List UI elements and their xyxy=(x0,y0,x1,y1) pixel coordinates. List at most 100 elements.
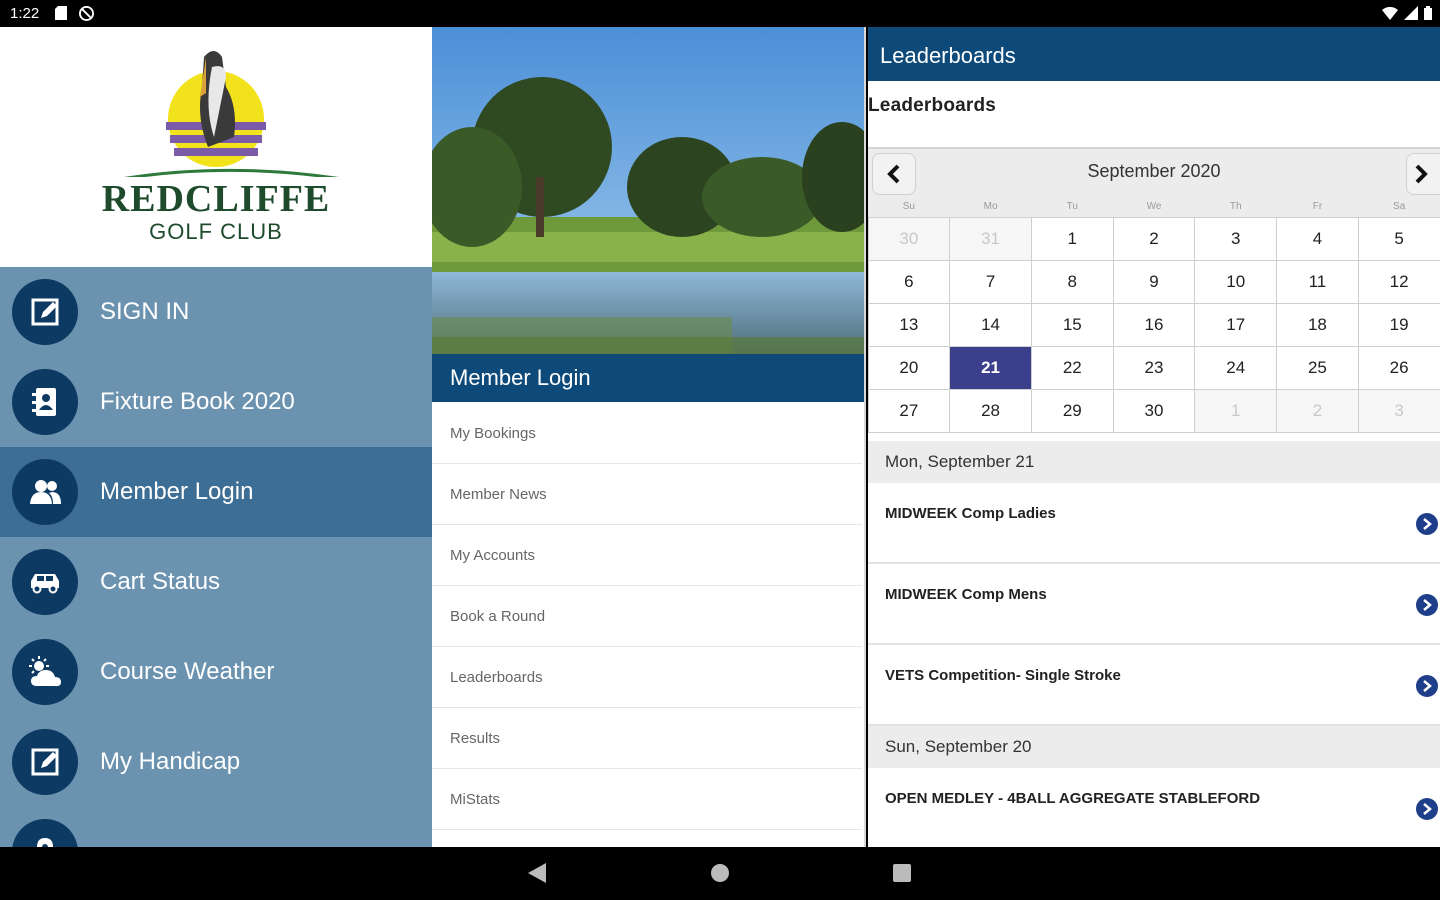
home-icon[interactable] xyxy=(711,864,729,887)
member-menu-leaderboards[interactable]: Leaderboards xyxy=(432,647,862,708)
calendar-day[interactable]: 1 xyxy=(1194,388,1278,433)
member-menu-book-a-round[interactable]: Book a Round xyxy=(432,586,862,647)
event-row[interactable]: MIDWEEK Comp Mens xyxy=(868,564,1440,645)
logo-subtitle: GOLF CLUB xyxy=(149,219,283,244)
menu-item-label: My Handicap xyxy=(100,748,241,775)
drawer-menu: SIGN IN Fixture Book 2020 Member Login C… xyxy=(0,267,432,847)
event-day-header: Mon, September 21 xyxy=(868,441,1440,483)
status-time: 1:22 xyxy=(10,5,40,22)
calendar-day[interactable]: 10 xyxy=(1194,259,1278,304)
menu-item-member-login[interactable]: Member Login xyxy=(0,447,432,537)
people-icon xyxy=(12,459,78,525)
leaderboards-panel: Leaderboards Leaderboards September 2020… xyxy=(868,27,1440,847)
back-icon[interactable] xyxy=(528,863,546,888)
club-logo: REDCLIFFE GOLF CLUB xyxy=(0,27,432,267)
recents-icon[interactable] xyxy=(893,864,911,882)
calendar-day[interactable]: 9 xyxy=(1112,259,1196,304)
contact-book-icon xyxy=(12,369,78,435)
weekday-label: Su xyxy=(902,201,915,212)
member-menu-my-bookings[interactable]: My Bookings xyxy=(432,403,862,464)
calendar-day[interactable]: 4 xyxy=(1276,216,1359,261)
weekday-label: Fr xyxy=(1312,201,1323,212)
calendar-day[interactable]: 15 xyxy=(1030,302,1114,347)
calendar-day[interactable]: 23 xyxy=(1112,345,1196,390)
event-day-header: Sun, September 20 xyxy=(868,726,1440,768)
weather-icon xyxy=(12,639,78,705)
app-screen: 1:22 REDCLIFFE GOLF CLUB SIGN IN Fixture… xyxy=(0,0,1440,900)
calendar-day[interactable]: 22 xyxy=(1030,345,1114,390)
chevron-right-icon xyxy=(1415,164,1428,184)
weekday-label: We xyxy=(1146,201,1162,212)
menu-item-partial[interactable] xyxy=(0,807,432,847)
calendar-day[interactable]: 8 xyxy=(1030,259,1114,304)
calendar-grid: 30 31 1 2 3 4 5 6 7 8 9 10 11 12 13 14 15 16 17 18 19 20 21 22 2… xyxy=(868,216,1440,433)
calendar-day-selected[interactable]: 21 xyxy=(949,345,1032,390)
event-list: Mon, September 21 MIDWEEK Comp Ladies MIDW… xyxy=(868,441,1440,847)
calendar-day[interactable]: 18 xyxy=(1276,302,1359,347)
calendar-day[interactable]: 28 xyxy=(949,388,1032,433)
chevron-right-circle-icon[interactable] xyxy=(1416,513,1438,535)
leaderboards-header: Leaderboards xyxy=(868,27,1440,81)
calendar-day[interactable]: 25 xyxy=(1276,345,1359,390)
menu-item-label: Cart Status xyxy=(100,568,221,595)
menu-item-course-weather[interactable]: Course Weather xyxy=(0,627,432,717)
event-row[interactable]: OPEN MEDLEY - 4BALL AGGREGATE STABLEFORD xyxy=(868,768,1440,847)
calendar-weekday-row: Su Mo Tu We Th Fr Sa xyxy=(868,197,1440,217)
next-month-button[interactable] xyxy=(1406,153,1440,195)
calendar: September 2020 Su Mo Tu We Th Fr Sa 30 31 1 2 3 4 5 6… xyxy=(868,147,1440,433)
pelican-logo-icon xyxy=(123,51,339,177)
calendar-day[interactable]: 16 xyxy=(1112,302,1196,347)
location-pin-icon xyxy=(12,819,78,847)
calendar-day[interactable]: 31 xyxy=(949,216,1032,261)
member-menu-results[interactable]: Results xyxy=(432,708,862,769)
calendar-day[interactable]: 26 xyxy=(1357,345,1440,390)
calendar-day[interactable]: 2 xyxy=(1276,388,1359,433)
menu-item-cart-status[interactable]: Cart Status xyxy=(0,537,432,627)
calendar-month-label: September 2020 xyxy=(1087,161,1221,181)
calendar-day[interactable]: 30 xyxy=(868,216,951,261)
calendar-day[interactable]: 2 xyxy=(1112,216,1196,261)
no-disturb-icon xyxy=(79,6,94,26)
member-menu-mistats[interactable]: MiStats xyxy=(432,769,862,830)
calendar-day[interactable]: 3 xyxy=(1194,216,1278,261)
system-nav-bar xyxy=(0,847,1440,900)
calendar-day[interactable]: 14 xyxy=(949,302,1032,347)
chevron-right-circle-icon[interactable] xyxy=(1416,594,1438,616)
calendar-day[interactable]: 19 xyxy=(1357,302,1440,347)
calendar-day[interactable]: 29 xyxy=(1030,388,1114,433)
cell-signal-icon xyxy=(1404,6,1418,25)
golf-course-photo xyxy=(432,27,864,354)
calendar-day[interactable]: 12 xyxy=(1357,259,1440,304)
menu-item-sign-in[interactable]: SIGN IN xyxy=(0,267,432,357)
calendar-day[interactable]: 13 xyxy=(868,302,951,347)
calendar-day[interactable]: 24 xyxy=(1194,345,1278,390)
chevron-right-circle-icon[interactable] xyxy=(1416,798,1438,820)
menu-item-label: SIGN IN xyxy=(100,298,190,325)
chevron-right-circle-icon[interactable] xyxy=(1416,675,1438,697)
member-menu-my-accounts[interactable]: My Accounts xyxy=(432,525,862,586)
menu-item-my-handicap[interactable]: My Handicap xyxy=(0,717,432,807)
calendar-day[interactable]: 11 xyxy=(1276,259,1359,304)
weekday-label: Th xyxy=(1229,201,1242,212)
weekday-label: Mo xyxy=(983,201,998,212)
calendar-day[interactable]: 1 xyxy=(1030,216,1114,261)
member-menu-list: My Bookings Member News My Accounts Book… xyxy=(432,403,864,830)
event-row[interactable]: MIDWEEK Comp Ladies xyxy=(868,483,1440,564)
menu-item-fixture-book[interactable]: Fixture Book 2020 xyxy=(0,357,432,447)
edit-icon xyxy=(12,279,78,345)
calendar-day[interactable]: 7 xyxy=(949,259,1032,304)
car-icon xyxy=(12,549,78,615)
calendar-day[interactable]: 6 xyxy=(868,259,951,304)
calendar-day[interactable]: 5 xyxy=(1357,216,1440,261)
navigation-drawer: REDCLIFFE GOLF CLUB SIGN IN Fixture Book… xyxy=(0,27,432,847)
wifi-icon xyxy=(1382,6,1398,25)
member-menu-member-news[interactable]: Member News xyxy=(432,464,862,525)
calendar-day[interactable]: 17 xyxy=(1194,302,1278,347)
menu-item-label: Fixture Book 2020 xyxy=(100,388,295,415)
calendar-day[interactable]: 30 xyxy=(1112,388,1196,433)
calendar-day[interactable]: 27 xyxy=(868,388,951,433)
calendar-day[interactable]: 20 xyxy=(868,345,951,390)
battery-icon xyxy=(1424,6,1432,25)
calendar-day[interactable]: 3 xyxy=(1357,388,1440,433)
event-row[interactable]: VETS Competition- Single Stroke xyxy=(868,645,1440,726)
